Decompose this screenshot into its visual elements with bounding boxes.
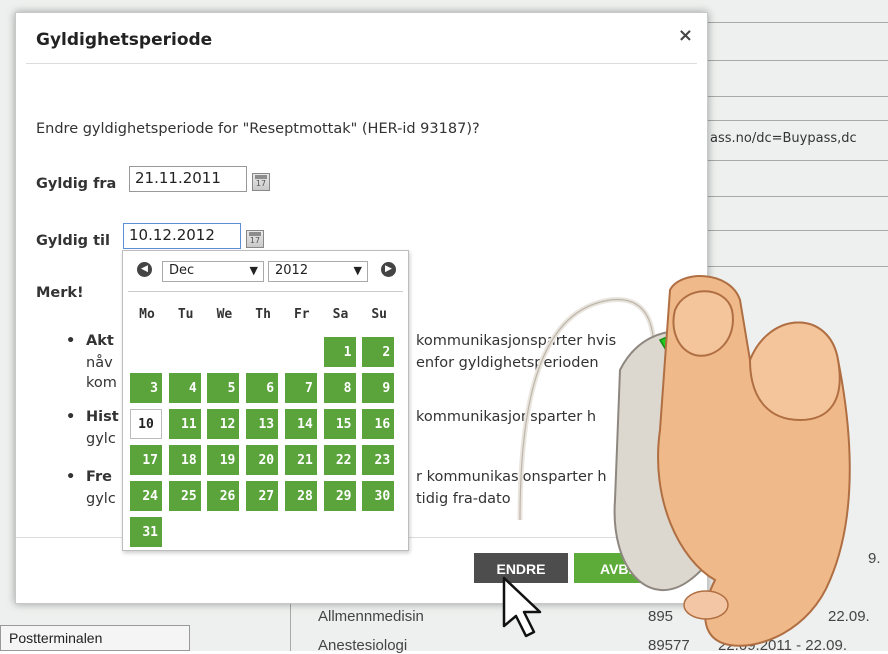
calendar-day[interactable]: 28 [284, 481, 317, 511]
calendar-day[interactable]: 30 [362, 481, 395, 511]
calendar-day[interactable]: 8 [323, 373, 356, 403]
calendar-day[interactable]: 7 [284, 373, 317, 403]
calendar-icon[interactable]: 17 [246, 230, 264, 248]
calendar-day[interactable]: 22 [323, 445, 356, 475]
title-divider [26, 63, 697, 64]
bullet-text: gylc [86, 431, 116, 447]
calendar-day[interactable]: 13 [246, 409, 279, 439]
chevron-down-icon: ▼ [353, 264, 362, 277]
bg-rule [708, 230, 888, 231]
weekday-header: Mo [139, 307, 155, 322]
calendar-day[interactable]: 3 [130, 373, 162, 403]
chevron-down-icon: ▼ [249, 264, 258, 277]
calendar-day[interactable]: 19 [207, 445, 240, 475]
bg-rule [708, 196, 888, 197]
hand-holding-mouse-illustration [517, 275, 851, 647]
weekday-header: Th [255, 307, 271, 322]
year-select[interactable]: 2012 ▼ [268, 261, 368, 282]
postterminalen-tab[interactable]: Postterminalen [0, 625, 190, 651]
calendar-day[interactable]: 17 [130, 445, 162, 475]
calendar-day[interactable]: 5 [207, 373, 240, 403]
mouse-pointer-icon [502, 576, 542, 638]
bullet-text: tidig fra-dato [416, 491, 511, 507]
dialog-question: Endre gyldighetsperiode for "Reseptmotta… [36, 121, 480, 137]
calendar-day[interactable]: 11 [168, 409, 201, 439]
calendar-day[interactable]: 2 [362, 337, 395, 367]
month-select-value: Dec [169, 263, 195, 278]
calendar-day[interactable]: 18 [168, 445, 201, 475]
next-month-icon[interactable]: ▶ [381, 262, 396, 277]
bullet-text: kom [86, 375, 117, 391]
fingernail [683, 590, 729, 620]
calendar-day[interactable]: 15 [323, 409, 356, 439]
calendar-day[interactable]: 31 [130, 517, 162, 547]
dialog-title: Gyldighetsperiode [36, 30, 213, 50]
calendar-day[interactable]: 25 [168, 481, 201, 511]
calendar-day[interactable]: 23 [362, 445, 395, 475]
bg-rule [708, 96, 888, 97]
month-select[interactable]: Dec ▼ [162, 261, 264, 282]
bg-rule [708, 120, 888, 121]
bg-dn-text: ass.no/dc=Buypass,dc [710, 131, 857, 146]
calendar-day[interactable]: 14 [284, 409, 317, 439]
calendar-day[interactable]: 12 [207, 409, 240, 439]
bg-rule [708, 22, 888, 23]
calendar-day[interactable]: 27 [246, 481, 279, 511]
bullet-text: gylc [86, 491, 116, 507]
calendar-day[interactable]: 24 [130, 481, 162, 511]
bg-rule [708, 160, 888, 161]
finger [672, 290, 734, 357]
calendar-day[interactable]: 20 [246, 445, 279, 475]
close-icon[interactable]: × [678, 25, 693, 46]
weekday-header: Tu [177, 307, 194, 322]
valid-from-input[interactable]: 21.11.2011 [129, 166, 247, 192]
calendar-day[interactable]: 26 [207, 481, 240, 511]
calendar-day[interactable]: 29 [323, 481, 356, 511]
calendar-day[interactable]: 16 [362, 409, 395, 439]
weekday-header: Su [371, 307, 388, 322]
valid-to-label: Gyldig til [36, 233, 110, 249]
bg-row-specialty: Anestesiologi [318, 637, 408, 654]
finger [748, 321, 841, 422]
calendar-divider [128, 291, 403, 292]
bullet-text: nåv [86, 355, 113, 371]
bg-row-specialty: Allmennmedisin [318, 608, 424, 625]
calendar-day[interactable]: 10 [130, 409, 162, 439]
valid-to-input[interactable]: 10.12.2012 [123, 223, 241, 249]
calendar-day[interactable]: 1 [323, 337, 356, 367]
valid-from-label: Gyldig fra [36, 176, 117, 192]
calendar-day[interactable]: 6 [246, 373, 279, 403]
weekday-header: We [216, 307, 233, 322]
weekday-header: Sa [332, 307, 349, 322]
calendar-icon[interactable]: 17 [252, 173, 270, 191]
year-select-value: 2012 [275, 263, 309, 278]
prev-month-icon[interactable]: ◀ [137, 262, 152, 277]
note-label: Merk! [36, 285, 84, 301]
bg-rule [708, 60, 888, 61]
date-picker-popup: ◀ Dec ▼ 2012 ▼ ▶ Mo Tu We Th Fr Sa Su 1 2 3 4 5 6 7 8 9… [122, 250, 409, 551]
calendar-day[interactable]: 21 [284, 445, 317, 475]
weekday-header: Fr [293, 307, 310, 322]
calendar-day[interactable]: 4 [168, 373, 201, 403]
bg-vrule [290, 604, 291, 651]
calendar-day[interactable]: 9 [362, 373, 395, 403]
